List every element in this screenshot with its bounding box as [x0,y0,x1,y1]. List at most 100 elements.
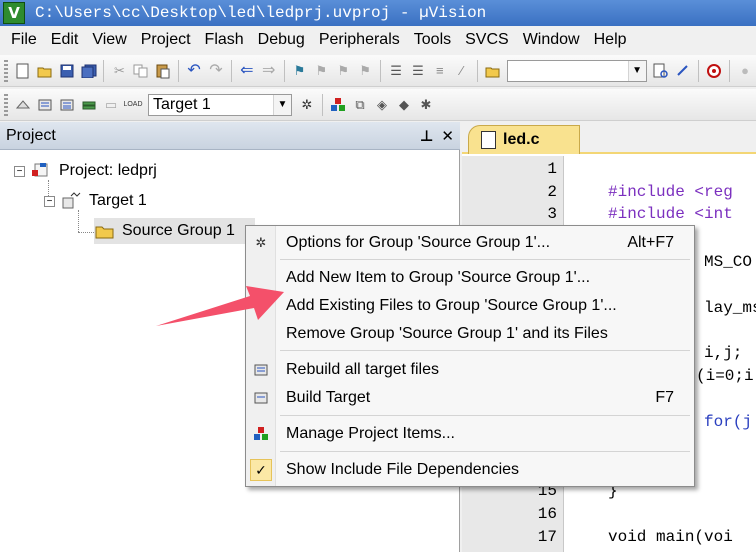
collapse-toggle[interactable]: − [44,195,55,207]
indent-icon[interactable]: ☰ [387,62,405,80]
batch-build-icon[interactable] [80,96,98,114]
new-file-icon[interactable] [14,62,32,80]
code-line[interactable]: (i=0;i [696,367,754,385]
clear-bookmarks-icon[interactable]: ⚑ [356,62,374,80]
uncomment-icon[interactable]: ⁄ [453,62,471,80]
debug-session-icon[interactable] [705,62,723,80]
menu-item-manage-project-items[interactable]: Manage Project Items... [248,421,692,447]
menu-item-shortcut: F7 [655,389,674,406]
menu-item-label: Add Existing Files to Group 'Source Grou… [286,297,617,314]
redo-icon[interactable]: ↷ [207,62,225,80]
manage-rte-icon[interactable]: ◈ [373,96,391,114]
toolbar-grip[interactable] [4,93,8,116]
tree-label: Source Group 1 [122,222,235,239]
save-icon[interactable] [58,62,76,80]
tree-node-source-group[interactable]: Source Group 1 [94,218,255,244]
window-title: C:\Users\cc\Desktop\led\ledprj.uvproj - … [35,4,487,22]
collapse-toggle[interactable]: − [14,165,25,177]
unindent-icon[interactable]: ☰ [409,62,427,80]
navigate-forward-icon[interactable]: ⇒ [260,62,278,80]
chevron-down-icon[interactable]: ▼ [627,60,646,81]
menu-project[interactable]: Project [134,31,198,49]
translate-icon[interactable] [14,96,32,114]
menu-bar: File Edit View Project Flash Debug Perip… [0,26,756,54]
project-panel-title: Project [6,126,56,144]
tree-label: Target 1 [89,192,147,209]
menu-item-build-target[interactable]: Build Target F7 [248,385,692,411]
find-icon[interactable] [674,62,692,80]
project-window-icon[interactable]: ✱ [417,96,435,114]
save-all-icon[interactable] [80,62,98,80]
insert-breakpoint-icon[interactable]: ● [736,62,754,80]
menu-svcs[interactable]: SVCS [458,31,516,49]
menu-item-add-new-item[interactable]: Add New Item to Group 'Source Group 1'..… [248,265,692,291]
bookmark-icon[interactable]: ⚑ [291,62,309,80]
menu-edit[interactable]: Edit [44,31,86,49]
menu-file[interactable]: File [4,31,44,49]
code-line[interactable]: i,j; [704,344,742,362]
cut-icon[interactable]: ✂ [110,62,128,80]
toolbar-separator [476,59,478,82]
code-line[interactable]: lay_ms [704,299,756,317]
menu-help[interactable]: Help [587,31,634,49]
prev-bookmark-icon[interactable]: ⚑ [312,62,330,80]
tree-node-project[interactable]: − Project: ledprj [14,158,157,184]
manage-project-items-icon[interactable] [329,96,347,114]
tab-label: led.c [503,131,540,148]
toolbar-separator [103,59,105,82]
pack-installer-icon[interactable]: ◆ [395,96,413,114]
stop-build-icon[interactable]: ▭ [102,96,120,114]
line-number: 17 [537,528,557,546]
toolbar-separator [322,93,323,116]
copy-icon[interactable] [132,62,150,80]
target-select[interactable]: Target 1 ▼ [148,93,292,116]
menu-item-options-for-group[interactable]: ✲ Options for Group 'Source Group 1'... … [248,230,692,256]
toolbar-separator [178,59,180,82]
rebuild-icon [248,364,274,376]
menu-tools[interactable]: Tools [407,31,458,49]
target-icon [61,192,81,210]
menu-item-add-existing-files[interactable]: Add Existing Files to Group 'Source Grou… [248,293,692,319]
find-combo[interactable]: ▼ [507,59,647,82]
toolbar-grip[interactable] [4,59,8,82]
code-line[interactable]: #include <int [608,205,733,223]
menu-separator [280,259,690,260]
menu-item-show-include-deps[interactable]: ✓ Show Include File Dependencies [248,457,692,483]
download-icon[interactable]: LOAD [123,96,142,114]
line-number: 16 [537,505,557,523]
code-line[interactable]: #include <reg [608,183,733,201]
menu-view[interactable]: View [85,31,133,49]
code-line[interactable]: MS_CO [704,253,752,271]
incremental-find-icon[interactable] [653,62,671,80]
menu-item-shortcut: Alt+F7 [627,234,674,251]
menu-flash[interactable]: Flash [198,31,251,49]
undo-icon[interactable]: ↶ [185,62,203,80]
open-file-icon[interactable] [36,62,54,80]
next-bookmark-icon[interactable]: ⚑ [334,62,352,80]
paste-icon[interactable] [154,62,172,80]
tab-led-c[interactable]: led.c [468,125,580,154]
code-line[interactable]: for(j [704,413,752,431]
build-icon[interactable] [36,96,54,114]
menu-item-rebuild-all[interactable]: Rebuild all target files [248,357,692,383]
close-icon[interactable]: ✕ [441,127,454,145]
tree-node-target[interactable]: − Target 1 [44,188,147,214]
menu-item-remove-group[interactable]: Remove Group 'Source Group 1' and its Fi… [248,321,692,347]
menu-window[interactable]: Window [516,31,587,49]
select-packs-icon[interactable]: ⧉ [351,96,369,114]
line-number: 3 [547,205,557,223]
pin-icon[interactable]: ⊥ [420,127,434,145]
code-line[interactable]: void main(voi [608,528,733,546]
rebuild-icon[interactable] [58,96,76,114]
menu-item-label: Add New Item to Group 'Source Group 1'..… [286,269,591,286]
navigate-back-icon[interactable]: ⇐ [238,62,256,80]
find-in-files-icon[interactable] [484,62,502,80]
standard-toolbar: ✂ ↶ ↷ ⇐ ⇒ ⚑ ⚑ ⚑ ⚑ ☰ ☰ ≡ ⁄ ▼ ● [0,55,756,87]
menu-debug[interactable]: Debug [251,31,312,49]
comment-icon[interactable]: ≡ [431,62,449,80]
target-options-icon[interactable]: ✲ [298,96,316,114]
build-icon [248,392,274,404]
project-panel-header: Project ⊥ ✕ [0,122,460,150]
menu-peripherals[interactable]: Peripherals [312,31,407,49]
chevron-down-icon[interactable]: ▼ [273,94,291,115]
